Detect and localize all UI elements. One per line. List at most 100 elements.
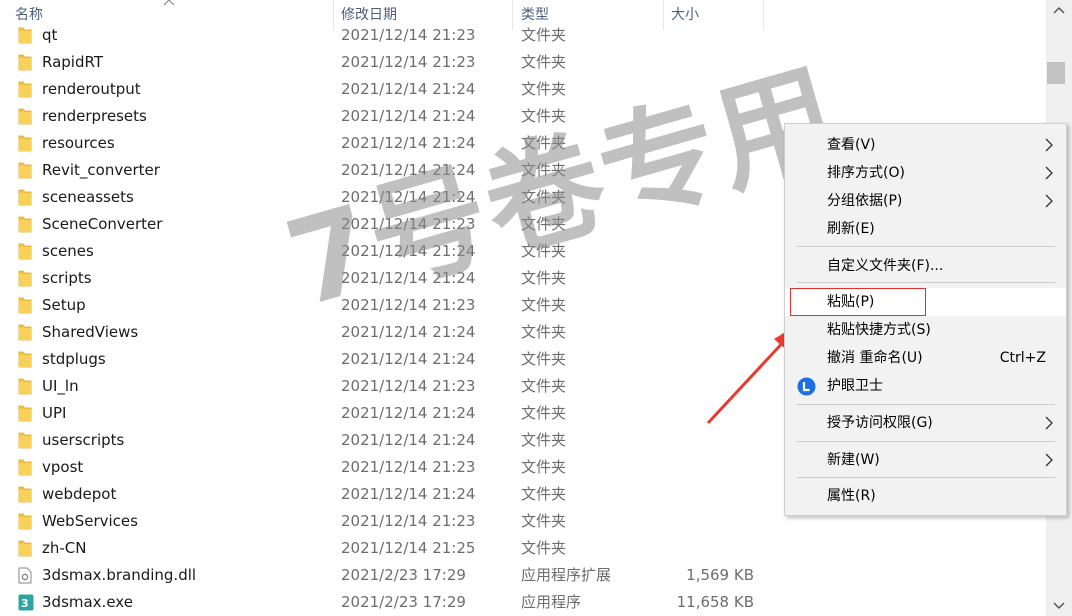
file-row[interactable]: 3dsmax.branding.dll 2021/2/23 17:29 应用程序扩展… <box>0 562 780 589</box>
menu-item-customize-folder[interactable]: 自定义文件夹(F)... <box>785 252 1066 280</box>
file-row[interactable]: Setup 2021/12/14 21:23 文件夹 <box>0 292 780 319</box>
menu-item-label: 新建(W) <box>827 452 880 468</box>
eye-guard-icon <box>797 377 816 396</box>
folder-icon <box>18 513 32 530</box>
file-row[interactable]: WebServices 2021/12/14 21:23 文件夹 <box>0 508 780 535</box>
menu-item-label: 自定义文件夹(F)... <box>827 258 944 274</box>
file-date: 2021/12/14 21:24 <box>341 431 476 449</box>
menu-separator <box>797 404 1055 405</box>
file-row[interactable]: resources 2021/12/14 21:24 文件夹 <box>0 130 780 157</box>
file-name: UPI <box>42 404 67 422</box>
chevron-right-icon <box>1045 138 1053 152</box>
file-type: 应用程序扩展 <box>521 566 612 584</box>
folder-icon <box>18 270 32 287</box>
file-type: 文件夹 <box>521 539 567 557</box>
dll-file-icon <box>18 567 32 584</box>
file-row[interactable]: zh-CN 2021/12/14 21:25 文件夹 <box>0 535 780 562</box>
file-name: resources <box>42 134 115 152</box>
file-date: 2021/12/14 21:24 <box>341 350 476 368</box>
scroll-up-icon[interactable] <box>1046 0 1072 22</box>
file-row[interactable]: scripts 2021/12/14 21:24 文件夹 <box>0 265 780 292</box>
menu-item-give-access[interactable]: 授予访问权限(G) <box>785 409 1066 437</box>
file-date: 2021/2/23 17:29 <box>341 566 466 584</box>
folder-icon <box>18 189 32 206</box>
folder-icon <box>18 324 32 341</box>
file-row[interactable]: 3 3dsmax.exe 2021/2/23 17:29 应用程序 11,658 KB <box>0 589 780 616</box>
chevron-right-icon <box>1045 453 1053 467</box>
file-name: SharedViews <box>42 323 139 341</box>
file-date: 2021/12/14 21:24 <box>341 404 476 422</box>
chevron-right-icon <box>1045 194 1053 208</box>
file-row[interactable]: UI_ln 2021/12/14 21:23 文件夹 <box>0 373 780 400</box>
sort-ascending-icon <box>163 0 175 6</box>
file-row[interactable]: qt 2021/12/14 21:23 文件夹 <box>0 22 780 49</box>
file-name: userscripts <box>42 431 125 449</box>
file-row[interactable]: userscripts 2021/12/14 21:24 文件夹 <box>0 427 780 454</box>
folder-icon <box>18 432 32 449</box>
menu-item-view[interactable]: 查看(V) <box>785 131 1066 159</box>
folder-icon <box>18 486 32 503</box>
file-date: 2021/12/14 21:23 <box>341 26 476 44</box>
menu-item-refresh[interactable]: 刷新(E) <box>785 215 1066 243</box>
file-type: 文件夹 <box>521 350 567 368</box>
file-date: 2021/12/14 21:24 <box>341 485 476 503</box>
folder-icon <box>18 81 32 98</box>
menu-item-label: 粘贴快捷方式(S) <box>827 322 931 338</box>
menu-item-sort-by[interactable]: 排序方式(O) <box>785 159 1066 187</box>
folder-icon <box>18 54 32 71</box>
menu-item-label: 授予访问权限(G) <box>827 415 933 431</box>
menu-item-paste[interactable]: 粘贴(P) <box>785 288 1066 316</box>
folder-icon <box>18 216 32 233</box>
folder-icon <box>18 135 32 152</box>
file-name: 3dsmax.branding.dll <box>42 566 197 584</box>
file-row[interactable]: RapidRT 2021/12/14 21:23 文件夹 <box>0 49 780 76</box>
file-date: 2021/12/14 21:24 <box>341 188 476 206</box>
file-row[interactable]: Revit_converter 2021/12/14 21:24 文件夹 <box>0 157 780 184</box>
file-row[interactable]: UPI 2021/12/14 21:24 文件夹 <box>0 400 780 427</box>
file-date: 2021/12/14 21:25 <box>341 539 476 557</box>
folder-icon <box>18 540 32 557</box>
scrollbar-thumb[interactable] <box>1047 62 1065 84</box>
menu-separator <box>797 477 1055 478</box>
menu-item-undo-rename[interactable]: 撤消 重命名(U) Ctrl+Z <box>785 344 1066 372</box>
file-row[interactable]: SceneConverter 2021/12/14 21:23 文件夹 <box>0 211 780 238</box>
file-row[interactable]: SharedViews 2021/12/14 21:24 文件夹 <box>0 319 780 346</box>
menu-item-group-by[interactable]: 分组依据(P) <box>785 187 1066 215</box>
chevron-right-icon <box>1045 166 1053 180</box>
menu-item-eye-guard[interactable]: 护眼卫士 <box>785 372 1066 400</box>
file-row[interactable]: sceneassets 2021/12/14 21:24 文件夹 <box>0 184 780 211</box>
menu-item-label: 分组依据(P) <box>827 193 903 209</box>
folder-icon <box>18 108 32 125</box>
file-name: webdepot <box>42 485 117 503</box>
file-name: 3dsmax.exe <box>42 593 133 611</box>
menu-item-properties[interactable]: 属性(R) <box>785 482 1066 510</box>
file-date: 2021/12/14 21:24 <box>341 242 476 260</box>
file-type: 文件夹 <box>521 485 567 503</box>
file-type: 文件夹 <box>521 53 567 71</box>
file-type: 文件夹 <box>521 269 567 287</box>
menu-item-paste-shortcut[interactable]: 粘贴快捷方式(S) <box>785 316 1066 344</box>
file-name: zh-CN <box>42 539 87 557</box>
folder-icon <box>18 27 32 44</box>
menu-item-shortcut: Ctrl+Z <box>999 350 1046 366</box>
folder-icon <box>18 351 32 368</box>
menu-item-new[interactable]: 新建(W) <box>785 446 1066 474</box>
menu-separator <box>797 441 1055 442</box>
file-row[interactable]: webdepot 2021/12/14 21:24 文件夹 <box>0 481 780 508</box>
file-name: scripts <box>42 269 92 287</box>
file-row[interactable]: renderpresets 2021/12/14 21:24 文件夹 <box>0 103 780 130</box>
file-size: 1,569 KB <box>686 566 754 584</box>
file-date: 2021/12/14 21:24 <box>341 323 476 341</box>
file-row[interactable]: scenes 2021/12/14 21:24 文件夹 <box>0 238 780 265</box>
file-date: 2021/12/14 21:24 <box>341 80 476 98</box>
file-row[interactable]: vpost 2021/12/14 21:23 文件夹 <box>0 454 780 481</box>
file-name: scenes <box>42 242 94 260</box>
file-row[interactable]: stdplugs 2021/12/14 21:24 文件夹 <box>0 346 780 373</box>
chevron-right-icon <box>1045 416 1053 430</box>
file-type: 文件夹 <box>521 323 567 341</box>
file-name: renderpresets <box>42 107 147 125</box>
file-row[interactable]: renderoutput 2021/12/14 21:24 文件夹 <box>0 76 780 103</box>
file-type: 文件夹 <box>521 26 567 44</box>
file-type: 文件夹 <box>521 404 567 422</box>
scroll-down-icon[interactable] <box>1046 594 1072 616</box>
